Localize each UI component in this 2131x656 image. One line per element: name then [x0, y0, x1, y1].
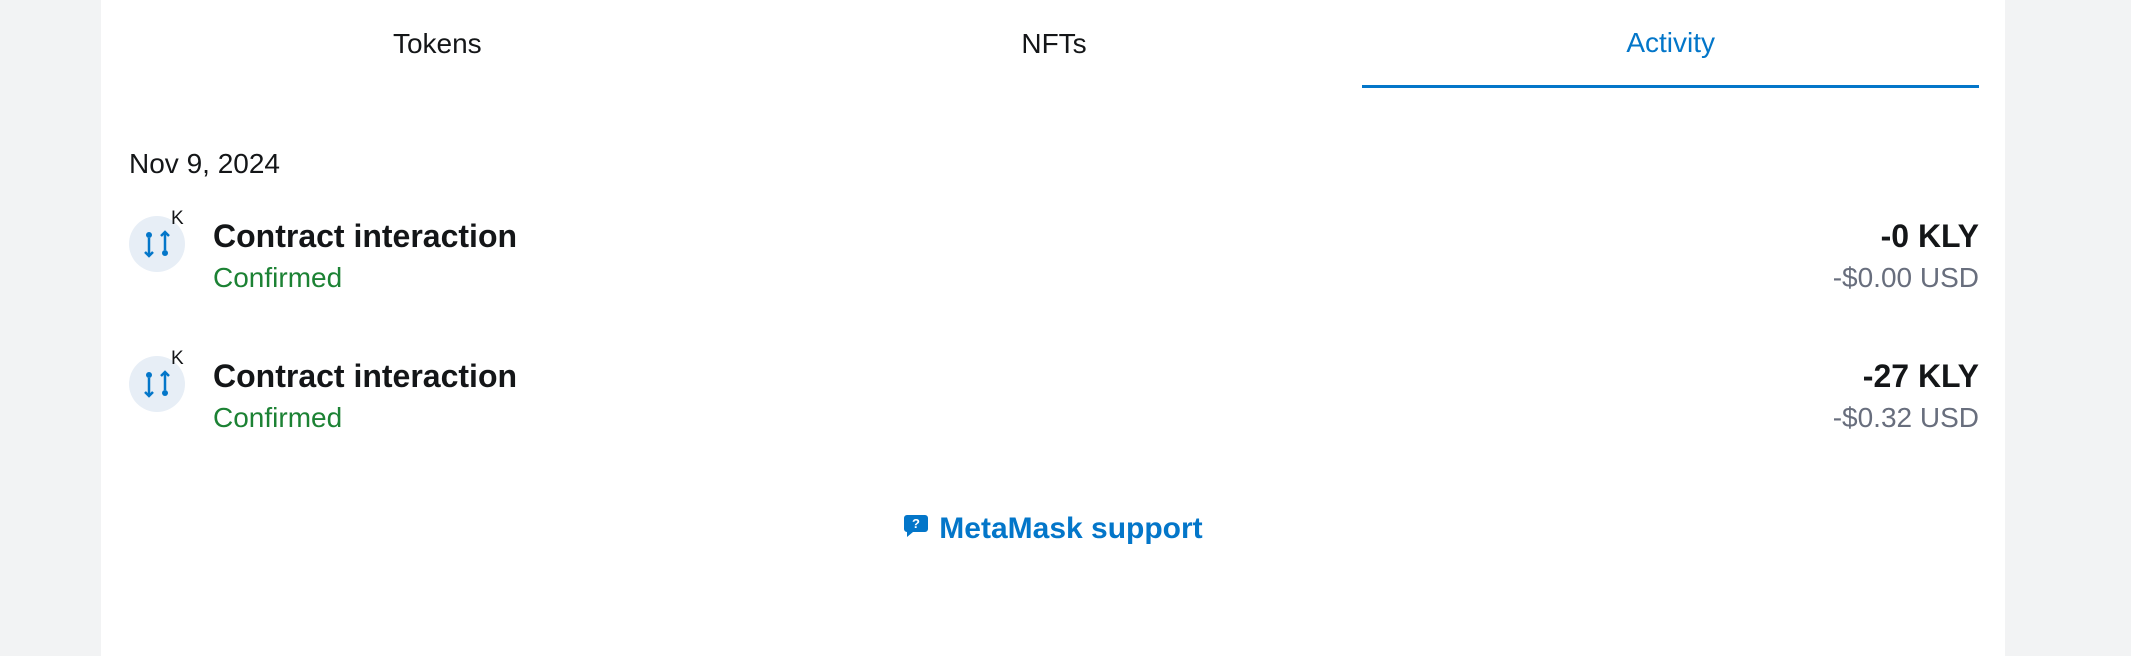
tab-activity[interactable]: Activity — [1362, 0, 1980, 88]
svg-text:?: ? — [912, 516, 920, 531]
transaction-amount: -0 KLY — [1880, 218, 1979, 254]
transaction-status: Confirmed — [213, 262, 343, 293]
transaction-row[interactable]: K Contract interaction Confirmed -0 KLY … — [129, 208, 1979, 316]
metamask-support-link[interactable]: ? MetaMask support — [101, 512, 2005, 546]
transaction-status: Confirmed — [213, 402, 343, 433]
transaction-fiat-value: -$0.32 USD — [1832, 402, 1979, 433]
tab-bar: Tokens NFTs Activity — [129, 0, 1980, 90]
token-badge: K — [171, 348, 184, 369]
tab-tokens[interactable]: Tokens — [129, 0, 746, 88]
message-question-icon: ? — [903, 512, 929, 546]
activity-date-header: Nov 9, 2024 — [129, 148, 280, 179]
token-badge: K — [171, 208, 184, 229]
transaction-title: Contract interaction — [213, 358, 518, 394]
activity-panel: Tokens NFTs Activity Nov 9, 2024 K Contr… — [101, 0, 2005, 656]
transaction-amount: -27 KLY — [1862, 358, 1979, 394]
transaction-row[interactable]: K Contract interaction Confirmed -27 KLY… — [129, 348, 1979, 456]
transaction-fiat-value: -$0.00 USD — [1832, 262, 1979, 293]
support-label: MetaMask support — [939, 512, 1203, 545]
transaction-title: Contract interaction — [213, 218, 518, 254]
tab-nfts[interactable]: NFTs — [746, 0, 1363, 88]
